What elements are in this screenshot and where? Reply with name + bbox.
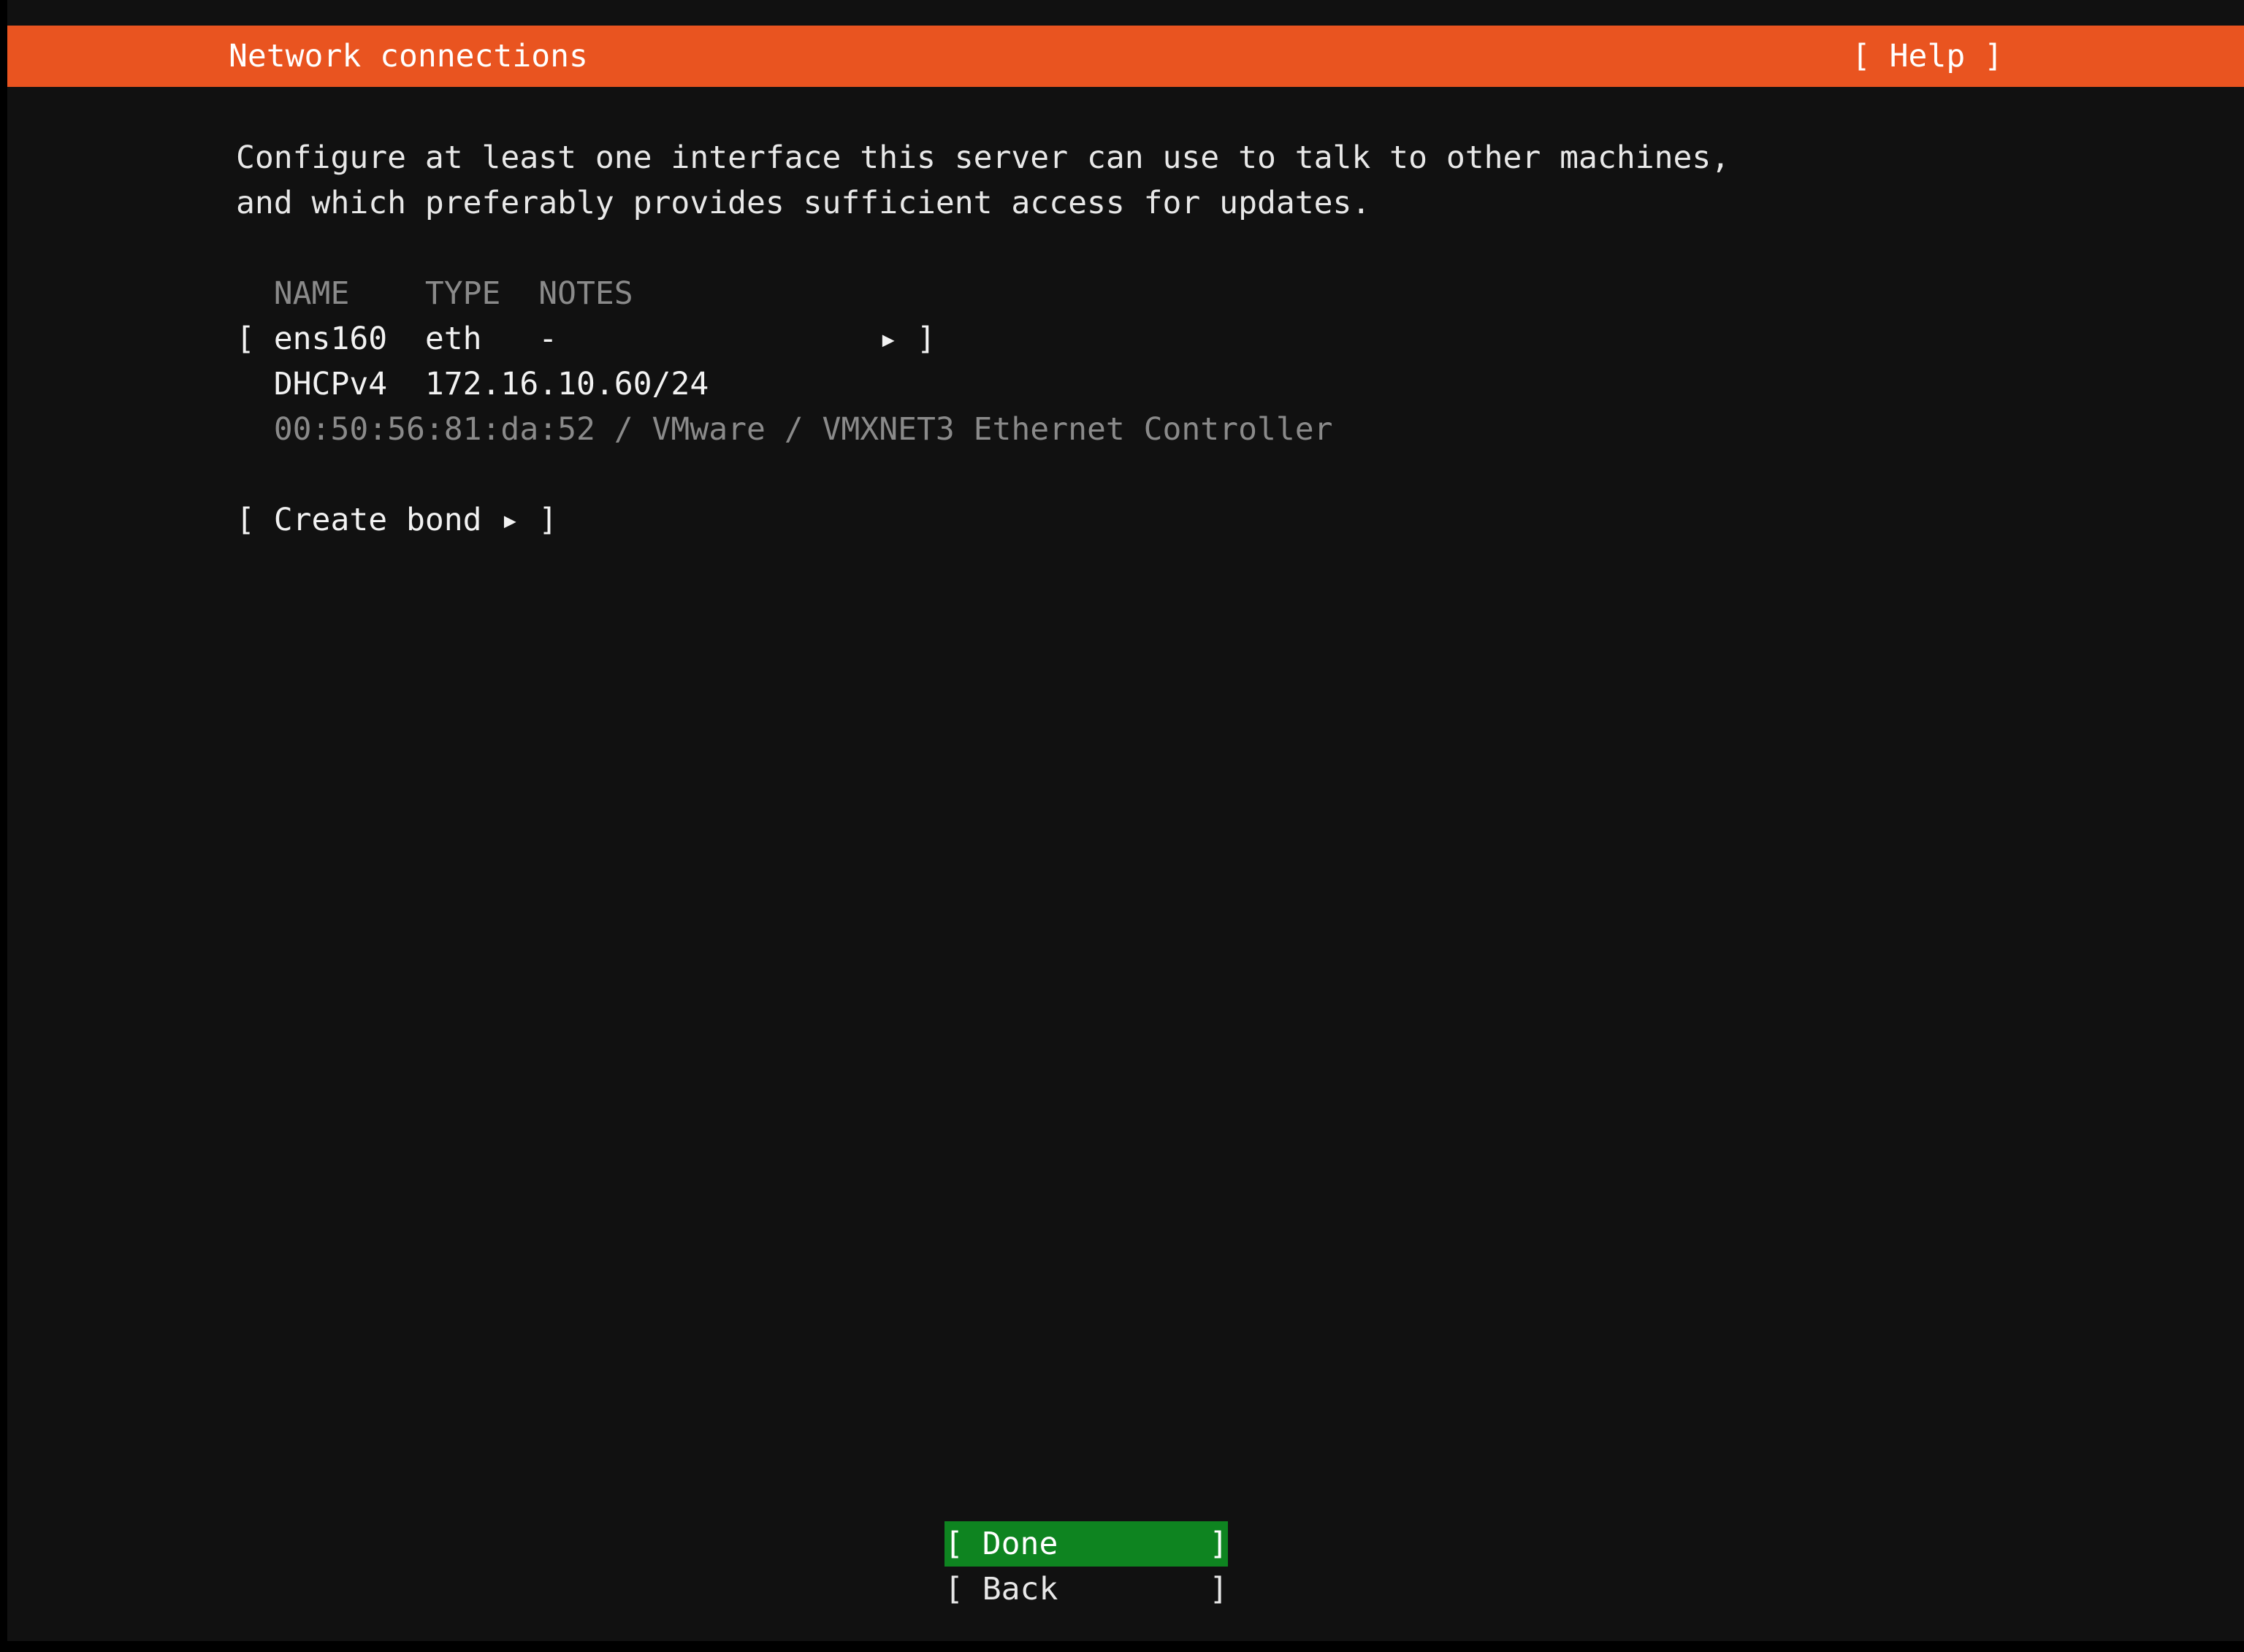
interface-address-line: DHCPv4 172.16.10.60/24 (236, 366, 709, 402)
description-line-2: and which preferably provides sufficient… (236, 185, 1371, 221)
terminal-screen: Network connections [ Help ] Configure a… (7, 0, 2244, 1641)
back-button[interactable]: [ Back ] (944, 1567, 1228, 1612)
done-button[interactable]: [ Done ] (944, 1521, 1229, 1567)
table-column-headers: NAME TYPE NOTES (236, 275, 633, 312)
interface-hardware-line: 00:50:56:81:da:52 / VMware / VMXNET3 Eth… (236, 411, 1333, 448)
description-line-1: Configure at least one interface this se… (236, 139, 1730, 176)
create-bond-button[interactable]: [ Create bond ▸ ] (236, 497, 557, 543)
help-button[interactable]: [ Help ] (1852, 34, 2003, 79)
table-row[interactable]: [ ens160 eth - ▸ ] (236, 316, 936, 362)
header-bar: Network connections [ Help ] (7, 26, 2244, 87)
page-title: Network connections (229, 38, 588, 74)
